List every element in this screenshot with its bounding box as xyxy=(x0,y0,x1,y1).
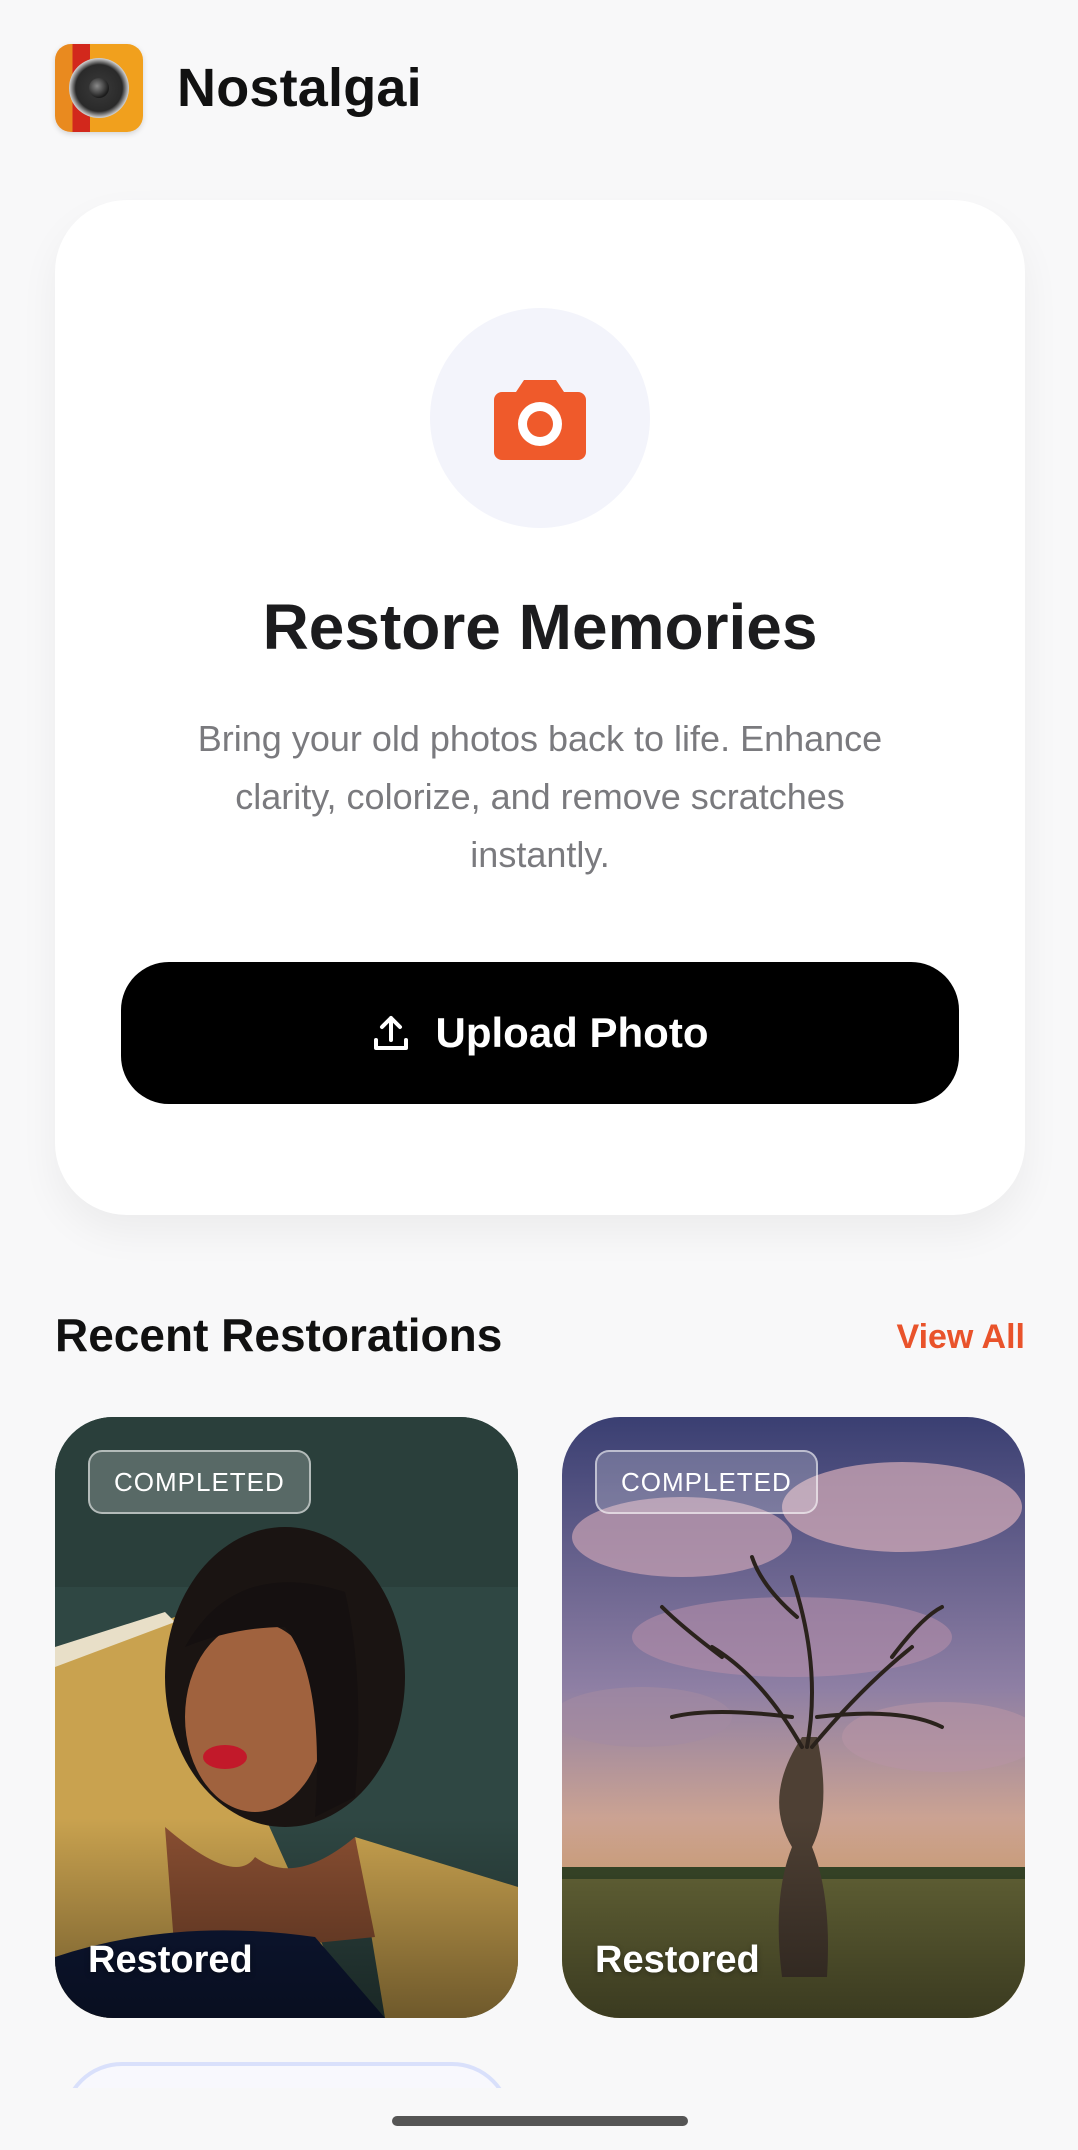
status-badge: COMPLETED xyxy=(88,1450,311,1514)
upload-photo-button[interactable]: Upload Photo xyxy=(121,962,959,1104)
app-title: Nostalgai xyxy=(177,58,422,118)
hero-title: Restore Memories xyxy=(262,591,818,663)
app-logo-icon xyxy=(55,44,143,132)
card-label: Restored xyxy=(595,1939,760,1981)
card-label: Restored xyxy=(88,1939,253,1981)
hero-description: Bring your old photos back to life. Enha… xyxy=(197,718,883,875)
restoration-card[interactable]: COMPLETED Restored xyxy=(562,1417,1025,2018)
app-header: Nostalgai xyxy=(55,44,422,132)
restore-hero-card: Restore Memories Bring your old photos b… xyxy=(55,200,1025,1215)
upload-icon xyxy=(373,1016,408,1050)
recent-restorations-title: Recent Restorations xyxy=(55,1309,503,1361)
app-screen: Nostalgai Restore Memories Bring your ol… xyxy=(0,0,1078,2150)
status-badge: COMPLETED xyxy=(595,1450,818,1514)
camera-icon-container xyxy=(430,308,650,528)
restoration-card[interactable]: COMPLETED Restored xyxy=(55,1417,518,2018)
view-all-link[interactable]: View All xyxy=(897,1318,1026,1357)
upload-photo-label: Upload Photo xyxy=(435,1009,709,1056)
home-indicator[interactable] xyxy=(392,2116,688,2126)
camera-icon xyxy=(494,380,586,460)
